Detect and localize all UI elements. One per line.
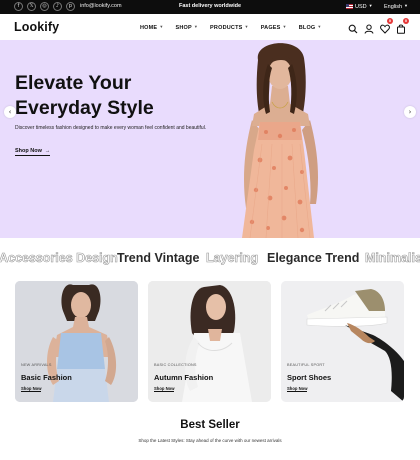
nav-home[interactable]: HOME ▼ — [140, 24, 163, 31]
category-card-autumn-fashion[interactable]: BASIC COLLECTIONS Autumn Fashion Shop No… — [148, 281, 271, 402]
chevron-down-icon: ▼ — [368, 3, 373, 8]
nav-label: HOME — [140, 25, 158, 31]
nav-shop[interactable]: SHOP ▼ — [175, 24, 198, 31]
nav-label: BLOG — [298, 25, 316, 31]
header-actions: 0 0 — [348, 18, 409, 34]
card-shop-now-link[interactable]: Shop Now — [287, 386, 308, 392]
hero-title-line: Elevate Your — [15, 72, 132, 94]
search-icon[interactable] — [348, 21, 358, 34]
card-title: Sport Shoes — [287, 373, 332, 382]
wishlist-count-badge: 0 — [387, 18, 393, 24]
marquee-item: Accessories Design — [0, 251, 118, 266]
nav-products[interactable]: PRODUCTS ▼ — [210, 24, 249, 31]
cart-count-badge: 0 — [403, 18, 409, 24]
site-logo[interactable]: Lookify — [14, 20, 59, 34]
currency-value: USD — [355, 4, 367, 10]
language-value: English — [384, 4, 403, 10]
card-shop-now-link[interactable]: Shop Now — [21, 386, 42, 392]
card-title: Autumn Fashion — [154, 373, 214, 382]
marquee-item: Layering — [206, 251, 259, 266]
card-shoe-image — [281, 281, 404, 402]
nav-pages[interactable]: PAGES ▼ — [261, 24, 287, 31]
nav-label: PAGES — [260, 25, 281, 31]
card-model-image — [148, 281, 271, 402]
arrow-right-icon: → — [44, 148, 51, 154]
chevron-down-icon: ▼ — [404, 3, 409, 8]
cart-icon[interactable]: 0 — [396, 18, 409, 34]
hero-model-image — [242, 43, 318, 238]
us-flag-icon — [346, 3, 353, 9]
user-icon[interactable] — [364, 21, 374, 34]
category-card-basic-fashion[interactable]: NEW ARRIVALS Basic Fashion Shop Now — [15, 281, 138, 402]
hero-banner: Elevate Your Everyday Style Discover tim… — [0, 40, 420, 238]
card-model-image — [15, 281, 138, 402]
category-card-sport-shoes[interactable]: BEAUTIFUL SPORT Sport Shoes Shop Now — [281, 281, 404, 402]
marquee-item: Minimalist — [365, 251, 420, 266]
chevron-down-icon: ▼ — [159, 24, 164, 29]
marquee-item: Elegance Trend — [267, 251, 360, 265]
nav-label: SHOP — [175, 25, 192, 31]
card-title: Basic Fashion — [21, 373, 72, 382]
best-seller-heading: Best Seller — [180, 419, 240, 431]
best-seller-subtitle: Shop the Latest Styles: Stay ahead of th… — [138, 438, 282, 443]
site-header: Lookify HOME ▼ SHOP ▼ PRODUCTS ▼ PAGES ▼ BLO… — [0, 14, 420, 40]
heart-icon[interactable]: 0 — [380, 18, 393, 34]
chevron-down-icon: ▼ — [317, 24, 322, 29]
card-eyebrow: BASIC COLLECTIONS — [154, 363, 197, 367]
nav-label: PRODUCTS — [210, 25, 243, 31]
currency-selector[interactable]: USD ▼ — [346, 3, 373, 10]
category-marquee: Accessories Design Trend Vintage Layerin… — [0, 244, 420, 274]
marquee-item: Trend Vintage — [117, 251, 200, 265]
card-eyebrow: NEW ARRIVALS — [21, 363, 52, 367]
top-bar: f 𝕏 ◎ ♪ p info@lookify.com Fast delivery… — [0, 0, 420, 14]
hero-title-line: Everyday Style — [15, 97, 154, 119]
hero-title: Elevate Your Everyday Style — [15, 71, 215, 121]
card-shop-now-link[interactable]: Shop Now — [154, 386, 175, 392]
language-selector[interactable]: English ▼ — [384, 3, 408, 10]
nav-blog[interactable]: BLOG ▼ — [299, 24, 322, 31]
hero-shop-now-link[interactable]: Shop Now → — [15, 148, 51, 156]
chevron-left-icon[interactable]: ‹ — [4, 106, 16, 118]
hero-cta-label: Shop Now — [15, 148, 42, 154]
chevron-down-icon: ▼ — [244, 24, 249, 29]
card-eyebrow: BEAUTIFUL SPORT — [287, 363, 325, 367]
chevron-down-icon: ▼ — [282, 24, 287, 29]
chevron-down-icon: ▼ — [193, 24, 199, 29]
main-nav: HOME ▼ SHOP ▼ PRODUCTS ▼ PAGES ▼ BLOG ▼ — [140, 24, 322, 31]
chevron-right-icon[interactable]: › — [404, 106, 416, 118]
